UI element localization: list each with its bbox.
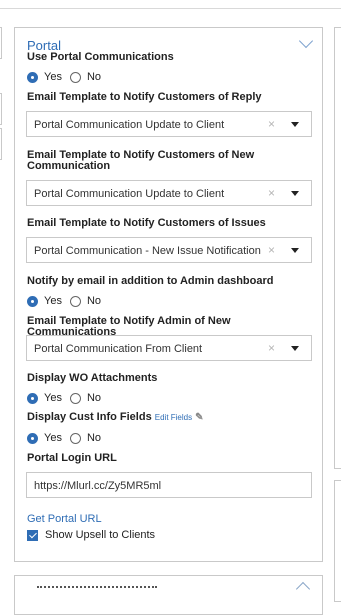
wo-attachments-radio-group: Yes No	[27, 391, 109, 405]
clear-x-icon[interactable]: ×	[268, 243, 275, 257]
cust-info-radio-group: Yes No	[27, 431, 109, 445]
caret-down-icon[interactable]	[291, 122, 299, 127]
left-panel-edge	[0, 27, 2, 59]
wo-attachments-no-label: No	[86, 392, 102, 404]
admin-template-value: Portal Communication From Client	[34, 343, 203, 355]
next-section-panel	[14, 575, 323, 615]
notify-email-no-radio[interactable]	[69, 295, 81, 307]
reply-template-value: Portal Communication Update to Client	[34, 119, 225, 131]
cust-info-label: Display Cust Info Fields	[27, 411, 152, 423]
new-comm-template-label: Email Template to Notify Customers of Ne…	[27, 150, 254, 172]
edit-fields-link[interactable]: Edit Fields	[155, 413, 192, 422]
reply-template-label: Email Template to Notify Customers of Re…	[27, 91, 262, 103]
show-upsell-checkbox[interactable]	[27, 529, 38, 541]
clear-x-icon[interactable]: ×	[268, 341, 275, 355]
next-section-title-partial	[37, 586, 157, 594]
wo-attachments-yes-label: Yes	[44, 392, 62, 404]
portal-login-url-value: https://Mlurl.cc/Zy5MR5ml	[34, 480, 162, 492]
right-panel-edge	[334, 27, 341, 469]
show-upsell-label: Show Upsell to Clients	[45, 529, 156, 541]
issues-template-value: Portal Communication - New Issue Notific…	[34, 245, 261, 257]
pencil-icon[interactable]: ✎	[195, 412, 203, 423]
use-portal-yes-label: Yes	[44, 71, 62, 83]
show-upsell-row: Show Upsell to Clients	[27, 528, 155, 542]
use-portal-yes-radio[interactable]	[27, 71, 38, 83]
caret-down-icon[interactable]	[291, 346, 299, 351]
portal-login-url-input[interactable]: https://Mlurl.cc/Zy5MR5ml	[26, 472, 312, 498]
cust-info-no-radio[interactable]	[69, 432, 81, 444]
wo-attachments-label: Display WO Attachments	[27, 372, 158, 384]
use-portal-radio-group: Yes No	[27, 70, 109, 84]
notify-email-no-label: No	[86, 295, 102, 307]
caret-down-icon[interactable]	[291, 248, 299, 253]
left-panel-edge	[0, 128, 2, 160]
clear-x-icon[interactable]: ×	[268, 186, 275, 200]
issues-template-select[interactable]: Portal Communication - New Issue Notific…	[26, 237, 312, 263]
new-comm-template-label-line2: Communication	[27, 160, 111, 172]
new-comm-template-value: Portal Communication Update to Client	[34, 188, 225, 200]
admin-template-select[interactable]: Portal Communication From Client ×	[26, 335, 312, 361]
notify-email-label: Notify by email in addition to Admin das…	[27, 275, 274, 287]
use-portal-label: Use Portal Communications	[27, 51, 174, 63]
chevron-icon[interactable]	[295, 581, 311, 597]
notify-email-radio-group: Yes No	[27, 294, 109, 308]
new-comm-template-select[interactable]: Portal Communication Update to Client ×	[26, 180, 312, 206]
portal-settings-panel: Portal Use Portal Communications Yes No …	[14, 27, 323, 562]
cust-info-yes-radio[interactable]	[27, 432, 38, 444]
clear-x-icon[interactable]: ×	[268, 117, 275, 131]
cust-info-yes-label: Yes	[44, 432, 62, 444]
chevron-down-icon[interactable]	[298, 33, 314, 49]
wo-attachments-no-radio[interactable]	[69, 392, 81, 404]
top-divider	[0, 8, 341, 9]
reply-template-select[interactable]: Portal Communication Update to Client ×	[26, 111, 312, 137]
caret-down-icon[interactable]	[291, 191, 299, 196]
left-panel-edge	[0, 93, 2, 125]
right-panel-edge	[334, 480, 341, 602]
portal-login-url-label: Portal Login URL	[27, 452, 117, 464]
notify-email-yes-radio[interactable]	[27, 295, 38, 307]
notify-email-yes-label: Yes	[44, 295, 62, 307]
use-portal-no-label: No	[86, 71, 102, 83]
issues-template-label: Email Template to Notify Customers of Is…	[27, 217, 266, 229]
get-portal-url-link[interactable]: Get Portal URL	[27, 513, 102, 525]
use-portal-no-radio[interactable]	[69, 71, 81, 83]
cust-info-no-label: No	[86, 432, 102, 444]
wo-attachments-yes-radio[interactable]	[27, 392, 38, 404]
cust-info-row: Display Cust Info Fields Edit Fields ✎	[27, 411, 204, 424]
